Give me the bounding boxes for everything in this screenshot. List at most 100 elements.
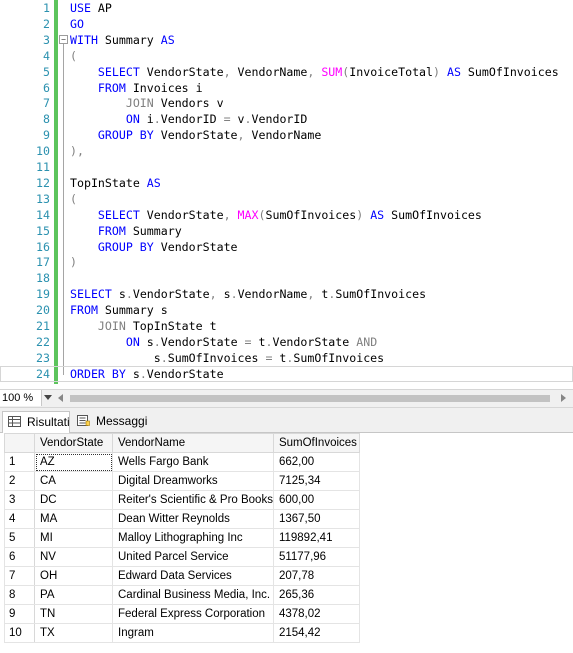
scroll-left-arrow-icon[interactable] (58, 394, 63, 402)
row-number-header[interactable] (4, 433, 35, 453)
code-line[interactable]: 13 ( (0, 191, 573, 207)
table-row[interactable]: 6 NV United Parcel Service 51177,96 (4, 547, 360, 567)
code-line[interactable]: 4( (0, 48, 573, 64)
code-line[interactable]: 2 GO (0, 16, 573, 32)
table-cell[interactable]: 51177,96 (272, 547, 360, 567)
code-text: s.SumOfInvoices = t.SumOfInvoices (70, 350, 384, 366)
code-line[interactable]: 5 SELECT VendorState, VendorName, SUM(In… (0, 64, 573, 80)
table-cell[interactable]: PA (34, 585, 113, 605)
table-cell[interactable]: 119892,41 (272, 528, 360, 548)
table-cell[interactable]: 207,78 (272, 566, 360, 586)
table-cell[interactable]: Federal Express Corporation (112, 604, 274, 624)
table-row[interactable]: 9 TN Federal Express Corporation 4378,02 (4, 604, 360, 624)
table-cell[interactable]: MI (34, 528, 113, 548)
table-cell[interactable]: United Parcel Service (112, 547, 274, 567)
table-row[interactable]: 2 CA Digital Dreamworks 7125,34 (4, 471, 360, 491)
table-cell[interactable]: TX (34, 623, 113, 643)
table-cell[interactable]: Edward Data Services (112, 566, 274, 586)
table-row[interactable]: 5 MI Malloy Lithographing Inc 119892,41 (4, 528, 360, 548)
column-header[interactable]: VendorName (112, 433, 274, 453)
row-number[interactable]: 6 (4, 547, 35, 567)
code-line[interactable]: 24 ORDER BY s.VendorState (0, 365, 573, 382)
table-cell[interactable]: 7125,34 (272, 471, 360, 491)
table-row[interactable]: 3 DC Reiter's Scientific & Pro Books 600,00 (4, 490, 360, 510)
table-cell[interactable]: MA (34, 509, 113, 529)
table-cell[interactable]: AZ (34, 452, 113, 472)
table-cell[interactable]: Cardinal Business Media, Inc. (112, 585, 274, 605)
zoom-dropdown[interactable]: 100 % (0, 390, 42, 406)
code-line[interactable]: 10), (0, 143, 573, 159)
table-cell[interactable]: 1367,50 (272, 509, 360, 529)
row-number[interactable]: 3 (4, 490, 35, 510)
code-text: ORDER BY s.VendorState (70, 366, 224, 382)
table-cell[interactable]: TN (34, 604, 113, 624)
table-cell[interactable]: 265,36 (272, 585, 360, 605)
row-number[interactable]: 2 (4, 471, 35, 491)
row-number[interactable]: 7 (4, 566, 35, 586)
code-line[interactable]: 11 (0, 159, 573, 175)
code-line[interactable]: 12 TopInState AS (0, 175, 573, 191)
tab-messages[interactable]: Messaggi (72, 411, 150, 432)
code-token: VendorName (237, 287, 308, 302)
code-line[interactable]: 15 FROM Summary (0, 223, 573, 239)
table-cell[interactable]: Reiter's Scientific & Pro Books (112, 490, 274, 510)
table-cell[interactable]: CA (34, 471, 113, 491)
code-line[interactable]: 7 JOIN Vendors v (0, 95, 573, 111)
table-row[interactable]: 7 OH Edward Data Services 207,78 (4, 566, 360, 586)
code-token: Invoices i (125, 80, 203, 95)
code-line[interactable]: 8 ON i.VendorID = v.VendorID (0, 111, 573, 127)
code-line[interactable]: 18 (0, 270, 573, 286)
code-line[interactable]: 1 USE AP (0, 0, 573, 16)
code-line[interactable]: 22 ON s.VendorState = t.VendorState AND (0, 334, 573, 350)
tab-results[interactable]: Risultati (2, 411, 70, 433)
table-cell[interactable]: OH (34, 566, 113, 586)
code-line[interactable]: 17) (0, 254, 573, 270)
table-cell[interactable]: 662,00 (272, 452, 360, 472)
scroll-right-arrow-icon[interactable] (561, 394, 566, 402)
code-line[interactable]: 20 FROM Summary s (0, 302, 573, 318)
code-line[interactable]: 19 SELECT s.VendorState, s.VendorName, t.… (0, 286, 573, 302)
table-cell[interactable]: Digital Dreamworks (112, 471, 274, 491)
code-token: USE (70, 1, 91, 15)
code-text: SELECT VendorState, VendorName, SUM(Invo… (70, 64, 559, 80)
line-number: 24 (36, 366, 50, 381)
column-header[interactable]: SumOfInvoices (272, 433, 360, 453)
table-row[interactable]: 1 AZ Wells Fargo Bank 662,00 (4, 452, 360, 472)
row-number[interactable]: 1 (4, 452, 35, 472)
column-header[interactable]: VendorState (34, 433, 113, 453)
code-token: SELECT (70, 287, 112, 302)
code-token: t (272, 350, 287, 365)
code-token: ORDER BY (70, 366, 126, 381)
row-number[interactable]: 8 (4, 585, 35, 605)
collapse-toggle-icon[interactable]: − (59, 34, 68, 44)
table-cell[interactable]: 4378,02 (272, 604, 360, 624)
table-cell[interactable]: Dean Witter Reynolds (112, 509, 274, 529)
code-line[interactable]: 23 s.SumOfInvoices = t.SumOfInvoices (0, 350, 573, 366)
sql-editor[interactable]: 1 USE AP 2 GO 3− WITH Summary AS 4(5 SELECT Ve… (0, 0, 573, 384)
table-cell[interactable]: NV (34, 547, 113, 567)
row-number[interactable]: 4 (4, 509, 35, 529)
table-cell[interactable]: DC (34, 490, 113, 510)
code-token: VendorName (230, 64, 308, 79)
table-row[interactable]: 4 MA Dean Witter Reynolds 1367,50 (4, 509, 360, 529)
code-line[interactable]: 16 GROUP BY VendorState (0, 239, 573, 255)
code-token: Summary (125, 223, 182, 238)
results-grid[interactable]: VendorState VendorName SumOfInvoices 1 AZ… (0, 433, 573, 653)
code-line[interactable]: 14 SELECT VendorState, MAX(SumOfInvoices… (0, 207, 573, 223)
code-line[interactable]: 6 FROM Invoices i (0, 80, 573, 96)
code-line[interactable]: 9 GROUP BY VendorState, VendorName (0, 127, 573, 143)
chevron-down-icon[interactable] (44, 395, 52, 400)
row-number[interactable]: 5 (4, 528, 35, 548)
code-line[interactable]: 21 JOIN TopInState t (0, 318, 573, 334)
code-line[interactable]: 3− WITH Summary AS (0, 32, 573, 48)
table-cell[interactable]: Malloy Lithographing Inc (112, 528, 274, 548)
row-number[interactable]: 10 (4, 623, 35, 643)
table-cell[interactable]: Wells Fargo Bank (112, 452, 274, 472)
row-number[interactable]: 9 (4, 604, 35, 624)
table-row[interactable]: 8 PA Cardinal Business Media, Inc. 265,36 (4, 585, 360, 605)
table-cell[interactable]: Ingram (112, 623, 274, 643)
table-row[interactable]: 10 TX Ingram 2154,42 (4, 623, 360, 643)
horizontal-scrollbar-thumb[interactable] (70, 395, 550, 402)
table-cell[interactable]: 600,00 (272, 490, 360, 510)
table-cell[interactable]: 2154,42 (272, 623, 360, 643)
